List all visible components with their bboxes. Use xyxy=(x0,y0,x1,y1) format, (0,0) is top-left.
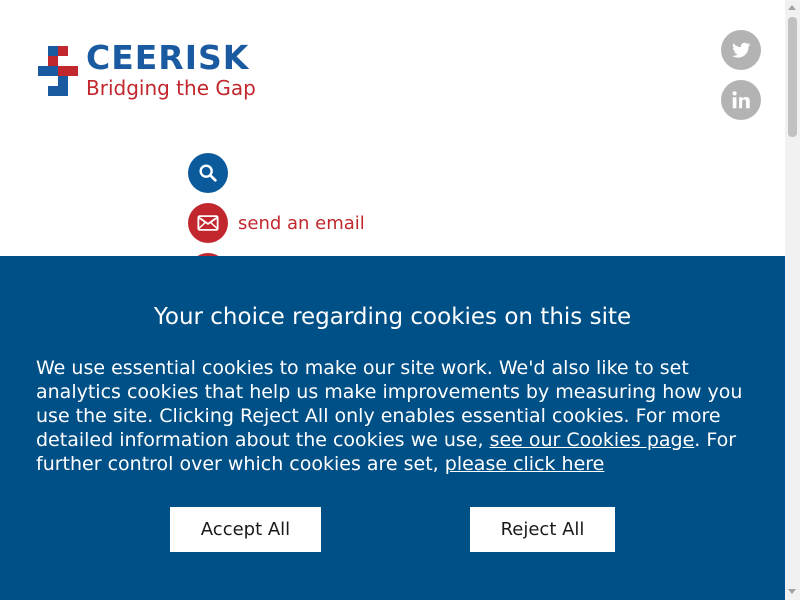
search-button[interactable] xyxy=(188,153,228,193)
linkedin-link[interactable] xyxy=(721,80,761,120)
cookie-banner-text: We use essential cookies to make our sit… xyxy=(36,356,756,476)
send-email-label: send an email xyxy=(238,212,365,234)
cookie-settings-link[interactable]: please click here xyxy=(445,453,605,475)
search-icon xyxy=(188,153,228,193)
logo-tagline: Bridging the Gap xyxy=(86,76,256,100)
logo-mark-icon xyxy=(38,46,80,102)
logo-title: CEERISK xyxy=(86,38,250,77)
cookie-banner-title: Your choice regarding cookies on this si… xyxy=(153,304,632,330)
accept-all-button[interactable]: Accept All xyxy=(170,507,321,552)
cookie-banner: Your choice regarding cookies on this si… xyxy=(0,256,785,600)
cookies-page-link[interactable]: see our Cookies page xyxy=(490,429,695,451)
envelope-icon xyxy=(188,203,228,243)
twitter-link[interactable] xyxy=(721,30,761,70)
twitter-icon xyxy=(732,42,751,58)
linkedin-icon xyxy=(732,91,750,109)
scroll-up-arrow-icon[interactable] xyxy=(788,5,796,10)
scroll-down-arrow-icon[interactable] xyxy=(788,589,796,594)
page-scrollbar[interactable] xyxy=(785,0,800,600)
send-email-link[interactable]: send an email xyxy=(188,203,365,243)
scrollbar-thumb[interactable] xyxy=(788,17,797,137)
site-logo[interactable]: CEERISK Bridging the Gap xyxy=(38,38,318,104)
reject-all-button[interactable]: Reject All xyxy=(470,507,615,552)
